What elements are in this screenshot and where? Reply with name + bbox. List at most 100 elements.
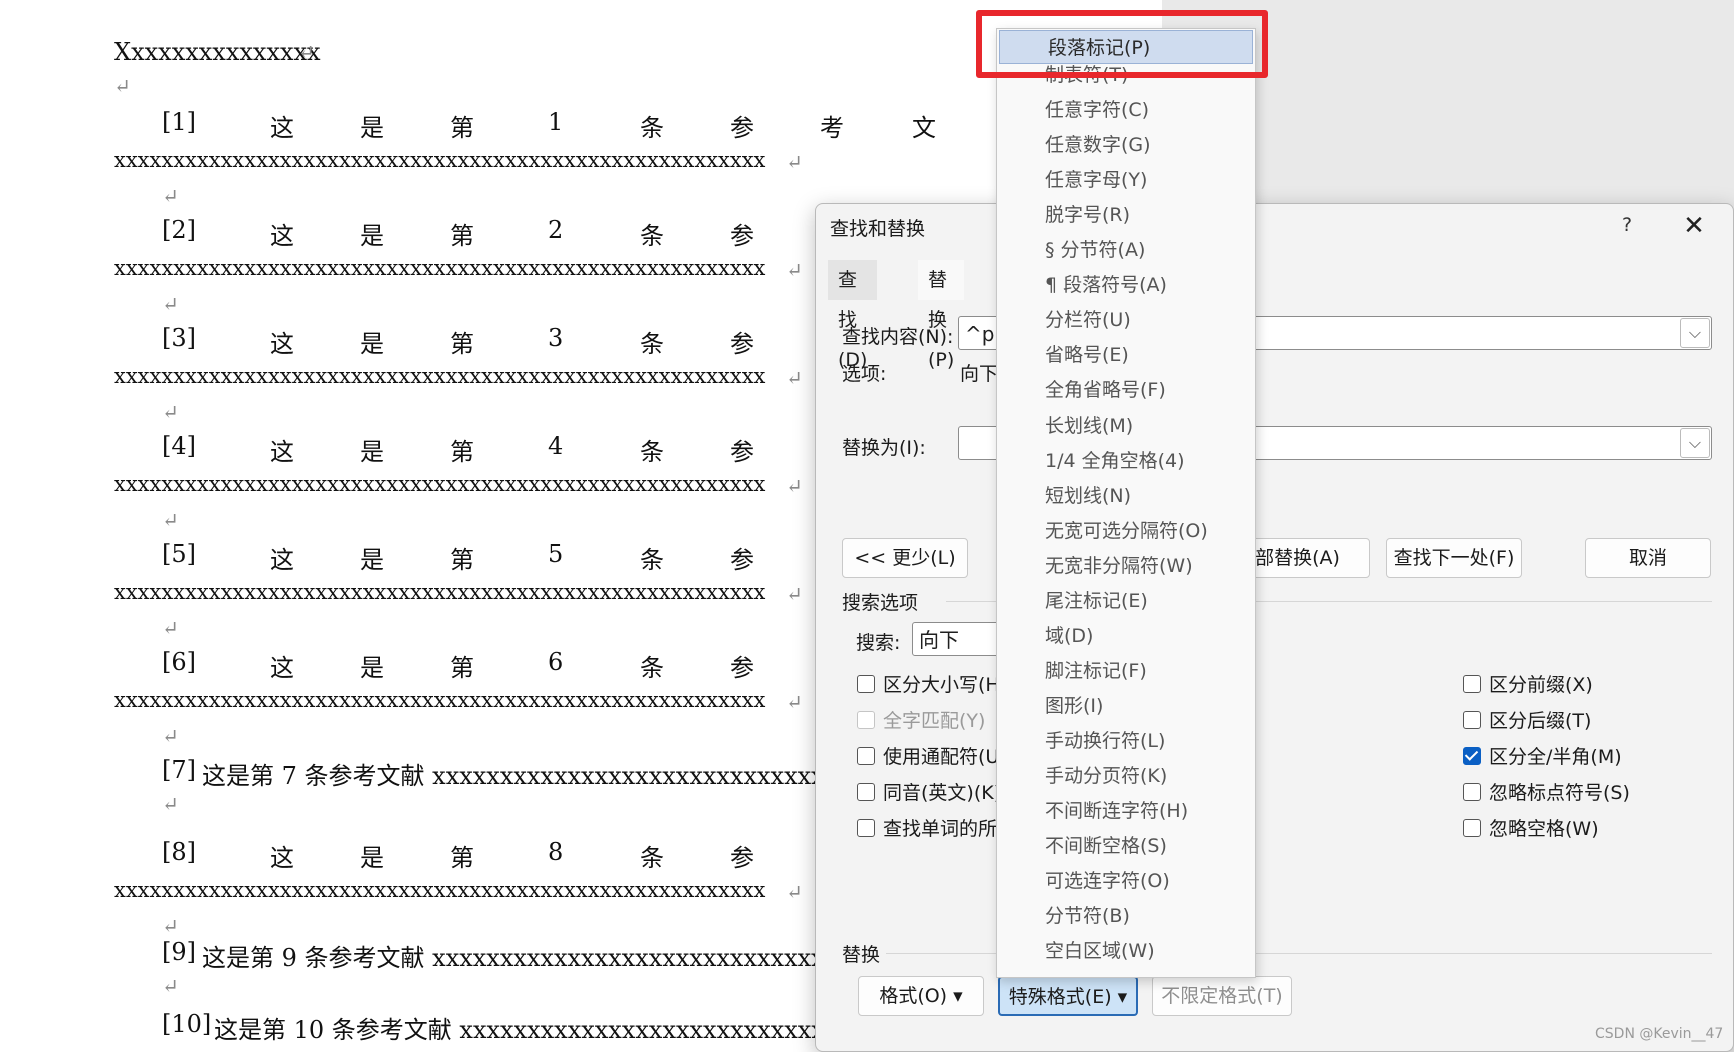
- option-checkbox[interactable]: 区分前缀(X): [1463, 670, 1593, 697]
- reference-text-char: 参: [730, 844, 754, 872]
- reference-text-char: 第: [450, 654, 474, 682]
- find-next-button[interactable]: 查找下一处(F): [1386, 538, 1522, 578]
- reference-text-char: 4: [548, 432, 564, 460]
- reference-text-char: 条: [640, 330, 664, 358]
- paragraph-mark: ↵: [786, 150, 803, 174]
- checkbox-checked[interactable]: [1463, 746, 1481, 765]
- menu-item[interactable]: 任意字符(C): [997, 93, 1255, 127]
- reference-number: [10]: [162, 1010, 212, 1038]
- checkbox-box[interactable]: [857, 782, 875, 801]
- reference-text-char: 这: [270, 438, 294, 466]
- menu-item[interactable]: 长划线(M): [997, 409, 1255, 443]
- paragraph-mark: ↵: [162, 914, 179, 938]
- menu-item[interactable]: 分节符(B): [997, 899, 1255, 933]
- reference-text-char: 这: [270, 114, 294, 142]
- paragraph-mark: ↵: [786, 258, 803, 282]
- menu-item[interactable]: ¶ 段落符号(A): [997, 268, 1255, 302]
- menu-item[interactable]: 可选连字符(O): [997, 864, 1255, 898]
- reference-text-char: 是: [360, 844, 384, 872]
- checkbox-box[interactable]: [1463, 818, 1481, 837]
- help-button[interactable]: ?: [1622, 214, 1632, 236]
- checkbox-box[interactable]: [857, 746, 875, 765]
- menu-item[interactable]: 不间断空格(S): [997, 829, 1255, 863]
- menu-item[interactable]: 任意数字(G): [997, 128, 1255, 162]
- tab-find[interactable]: 查找(D): [828, 260, 878, 371]
- reference-text-char: 是: [360, 330, 384, 358]
- reference-text-char: 文: [912, 114, 936, 142]
- reference-continuation-line: xxxxxxxxxxxxxxxxxxxxxxxxxxxxxxxxxxxxxxxx…: [114, 472, 766, 496]
- checkbox-box[interactable]: [857, 818, 875, 837]
- menu-item[interactable]: 省略号(E): [997, 338, 1255, 372]
- tab-replace[interactable]: 替换(P): [918, 260, 965, 371]
- menu-item[interactable]: 全角省略号(F): [997, 373, 1255, 407]
- find-what-label: 查找内容(N):: [842, 326, 954, 348]
- option-checkbox[interactable]: 查找单词的所有: [857, 814, 1016, 841]
- close-button[interactable]: ✕: [1676, 208, 1712, 244]
- option-checkbox[interactable]: 忽略空格(W): [1463, 814, 1599, 841]
- reference-text-char: 这: [270, 654, 294, 682]
- menu-item[interactable]: 无宽非分隔符(W): [997, 549, 1255, 583]
- paragraph-mark: ↵: [786, 880, 803, 904]
- reference-text-char: 考: [820, 114, 844, 142]
- no-formatting-button[interactable]: 不限定格式(T): [1152, 976, 1292, 1016]
- menu-item[interactable]: 图形(I): [997, 689, 1255, 723]
- option-checkbox[interactable]: 区分大小写(H): [857, 670, 1007, 697]
- reference-text-char: 这: [270, 546, 294, 574]
- option-checkbox[interactable]: 使用通配符(U): [857, 742, 1007, 769]
- reference-text-char: 第: [450, 114, 474, 142]
- paragraph-mark: ↵: [786, 474, 803, 498]
- reference-text-char: 参: [730, 438, 754, 466]
- checkbox-box: [857, 710, 875, 729]
- special-format-button[interactable]: 特殊格式(E) ▾: [998, 976, 1138, 1016]
- menu-item[interactable]: 1/4 全角空格(4): [997, 444, 1255, 478]
- menu-item[interactable]: 不间断连字符(H): [997, 794, 1255, 828]
- reference-text-char: 3: [548, 324, 564, 352]
- menu-item[interactable]: 手动换行符(L): [997, 724, 1255, 758]
- menu-item[interactable]: 尾注标记(E): [997, 584, 1255, 618]
- reference-text-char: 5: [548, 540, 564, 568]
- checkbox-label: 使用通配符(U): [883, 746, 1007, 768]
- reference-text-char: 条: [640, 114, 664, 142]
- reference-continuation-line: xxxxxxxxxxxxxxxxxxxxxxxxxxxxxxxxxxxxxxxx…: [114, 878, 766, 902]
- checkbox-box[interactable]: [1463, 710, 1481, 729]
- less-button[interactable]: << 更少(L): [842, 538, 968, 578]
- replace-history-dropdown[interactable]: ⌵: [1680, 428, 1710, 458]
- menu-item[interactable]: 域(D): [997, 619, 1255, 653]
- paragraph-mark: ↵: [162, 724, 179, 748]
- format-button[interactable]: 格式(O) ▾: [858, 976, 984, 1016]
- dialog-title: 查找和替换: [830, 218, 926, 240]
- watermark: CSDN @Kevin__47: [1595, 1026, 1724, 1042]
- menu-item[interactable]: 分栏符(U): [997, 303, 1255, 337]
- menu-item[interactable]: 空白区域(W): [997, 934, 1255, 968]
- reference-text-char: 8: [548, 838, 564, 866]
- reference-text-char: 第: [450, 222, 474, 250]
- checkbox-label: 区分全/半角(M): [1489, 746, 1622, 768]
- menu-item[interactable]: 脱字号(R): [997, 198, 1255, 232]
- reference-continuation-line: xxxxxxxxxxxxxxxxxxxxxxxxxxxxxxxxxxxxxxxx…: [114, 364, 766, 388]
- menu-item[interactable]: 脚注标记(F): [997, 654, 1255, 688]
- reference-number: [3]: [162, 324, 196, 352]
- checkbox-box[interactable]: [1463, 674, 1481, 693]
- find-history-dropdown[interactable]: ⌵: [1680, 318, 1710, 348]
- menu-item[interactable]: 短划线(N): [997, 479, 1255, 513]
- option-checkbox[interactable]: 同音(英文)(K): [857, 778, 1001, 805]
- option-checkbox[interactable]: 区分后缀(T): [1463, 706, 1591, 733]
- menu-item[interactable]: 任意字母(Y): [997, 163, 1255, 197]
- red-highlight-box: [976, 10, 1268, 78]
- reference-text-char: 1: [548, 108, 564, 136]
- menu-item[interactable]: § 分节符(A): [997, 233, 1255, 267]
- reference-text-char: 第: [450, 546, 474, 574]
- paragraph-mark: ↵: [786, 366, 803, 390]
- reference-text-char: 是: [360, 114, 384, 142]
- option-checkbox[interactable]: 忽略标点符号(S): [1463, 778, 1630, 805]
- menu-item[interactable]: 无宽可选分隔符(O): [997, 514, 1255, 548]
- options-label: 选项:: [842, 363, 887, 385]
- checkbox-box[interactable]: [857, 674, 875, 693]
- option-checkbox[interactable]: 区分全/半角(M): [1463, 742, 1622, 769]
- search-options-label: 搜索选项: [842, 592, 919, 614]
- checkbox-box[interactable]: [1463, 782, 1481, 801]
- reference-text-char: 2: [548, 216, 564, 244]
- cancel-button[interactable]: 取消: [1585, 538, 1711, 578]
- menu-item[interactable]: 手动分页符(K): [997, 759, 1255, 793]
- search-direction-select[interactable]: 向下: [912, 622, 1008, 656]
